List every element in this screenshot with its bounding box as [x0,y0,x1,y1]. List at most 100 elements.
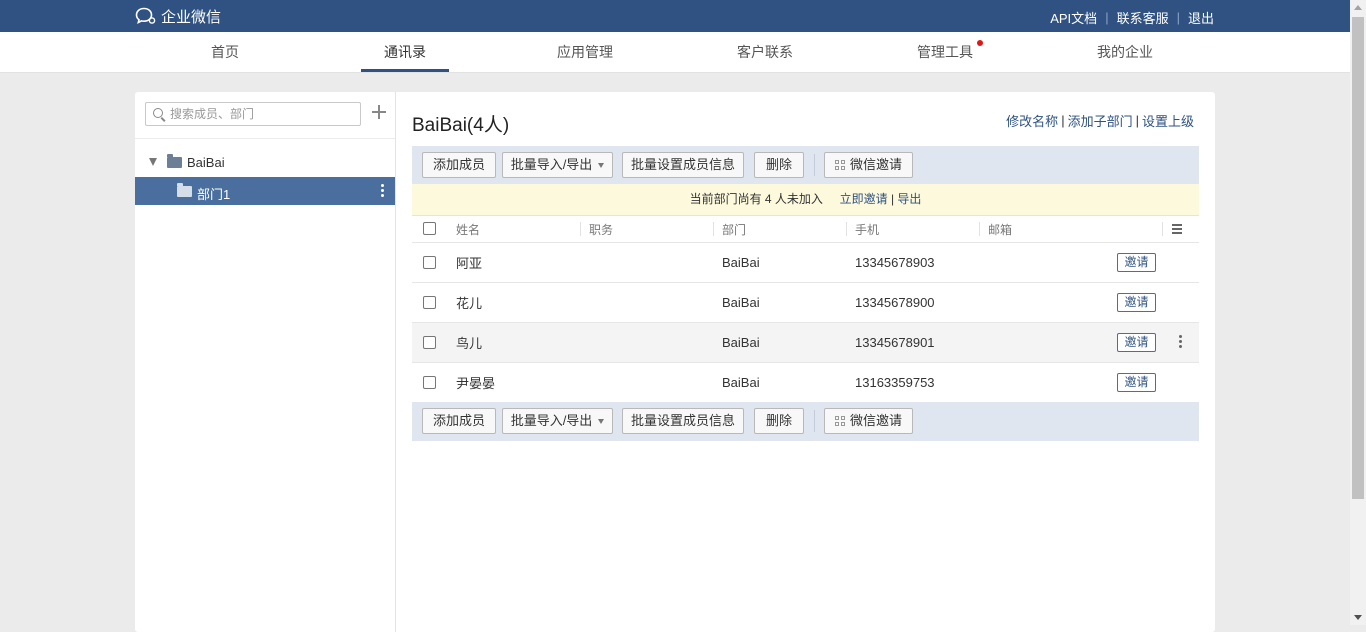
button-label: 批量导入/导出 [510,413,593,428]
member-department: BaiBai [722,255,760,270]
nav-management-tools[interactable]: 管理工具 [901,32,989,72]
member-name[interactable]: 鸟儿 [456,323,482,362]
add-department-button[interactable] [371,104,387,120]
scrollbar-thumb[interactable] [1352,17,1364,499]
nav-customer-contact[interactable]: 客户联系 [721,32,809,72]
member-toolbar-bottom: 添加成员 批量导入/导出 批量设置成员信息 删除 微信邀请 [412,402,1199,441]
divider: | [1061,113,1065,128]
row-checkbox[interactable] [423,256,436,269]
folder-icon [167,154,182,168]
wecom-logo-icon [135,7,156,25]
nav-app-management[interactable]: 应用管理 [541,32,629,72]
table-row[interactable]: 尹晏晏 BaiBai 13163359753 邀请 [412,363,1199,403]
invite-button[interactable]: 邀请 [1117,333,1156,352]
member-department: BaiBai [722,375,760,390]
more-options-icon[interactable] [381,184,384,198]
column-header-title[interactable]: 职务 [589,216,613,242]
delete-button[interactable]: 删除 [754,152,804,178]
batch-set-info-button[interactable]: 批量设置成员信息 [622,408,744,434]
pending-join-notice: 当前部门尚有 4 人未加入 立即邀请 | 导出 [412,184,1199,216]
chevron-down-icon [598,419,605,425]
column-header-name[interactable]: 姓名 [456,216,480,242]
member-name[interactable]: 花儿 [456,283,482,322]
chevron-down-icon [598,163,605,169]
nav-my-company[interactable]: 我的企业 [1081,32,1169,72]
tree-node-label: BaiBai [187,155,225,170]
rename-link[interactable]: 修改名称 [1006,111,1058,130]
member-phone: 13345678901 [855,335,935,350]
add-member-button[interactable]: 添加成员 [422,152,496,178]
divider [814,154,815,176]
nav-home[interactable]: 首页 [181,32,269,72]
api-docs-link[interactable]: API文档 [1050,8,1097,27]
member-name[interactable]: 尹晏晏 [456,363,495,402]
batch-import-export-button[interactable]: 批量导入/导出 [502,152,613,178]
invite-button[interactable]: 邀请 [1117,293,1156,312]
notice-text: 当前部门尚有 4 人未加入 [689,192,823,206]
member-phone: 13345678903 [855,255,935,270]
more-options-icon[interactable] [1179,335,1182,351]
button-label: 微信邀请 [849,413,902,428]
add-subdepartment-link[interactable]: 添加子部门 [1068,111,1133,130]
wechat-invite-button[interactable]: 微信邀请 [824,408,913,434]
column-header-email[interactable]: 邮箱 [988,216,1012,242]
divider: | [1135,113,1139,128]
column-settings-icon[interactable] [1172,224,1186,234]
search-input[interactable] [170,105,355,123]
contact-support-link[interactable]: 联系客服 [1117,8,1169,27]
department-sidebar: BaiBai 部门1 [135,92,396,632]
column-header-department[interactable]: 部门 [722,216,746,242]
button-label: 批量导入/导出 [510,157,593,172]
row-checkbox[interactable] [423,296,436,309]
top-links: API文档 | 联系客服 | 退出 [1050,8,1214,27]
delete-button[interactable]: 删除 [754,408,804,434]
scroll-down-arrow-icon[interactable] [1354,615,1362,620]
scroll-up-arrow-icon[interactable] [1354,5,1362,10]
invite-now-link[interactable]: 立即邀请 [840,192,888,206]
export-link[interactable]: 导出 [897,192,921,206]
logout-link[interactable]: 退出 [1188,8,1214,27]
search-icon [153,108,163,118]
divider [713,222,714,236]
wechat-invite-button[interactable]: 微信邀请 [824,152,913,178]
add-member-button[interactable]: 添加成员 [422,408,496,434]
contacts-panel: BaiBai 部门1 BaiBai(4人) 修改名称 | 添加子部门 | 设置上… [135,92,1215,632]
department-title: BaiBai(4人) [412,115,510,136]
nav-management-tools-label: 管理工具 [917,44,973,60]
logo[interactable]: 企业微信 [135,6,221,26]
qr-code-icon [834,416,845,426]
button-label: 微信邀请 [849,157,902,172]
collapse-arrow-icon[interactable] [149,158,157,166]
select-all-checkbox[interactable] [423,222,436,235]
member-table: 姓名 职务 部门 手机 邮箱 阿亚 BaiBai 13345678903 邀请 … [412,216,1199,403]
column-header-phone[interactable]: 手机 [855,216,879,242]
member-toolbar-top: 添加成员 批量导入/导出 批量设置成员信息 删除 微信邀请 [412,146,1199,184]
divider: | [1176,10,1180,25]
department-actions: 修改名称 | 添加子部门 | 设置上级 [1006,111,1194,130]
invite-button[interactable]: 邀请 [1117,373,1156,392]
divider [814,410,815,432]
row-checkbox[interactable] [423,336,436,349]
member-name[interactable]: 阿亚 [456,243,482,282]
tree-node-root[interactable]: BaiBai [135,149,395,176]
divider [1162,222,1163,236]
batch-import-export-button[interactable]: 批量导入/导出 [502,408,613,434]
nav-contacts[interactable]: 通讯录 [361,32,449,72]
invite-button[interactable]: 邀请 [1117,253,1156,272]
table-row[interactable]: 鸟儿 BaiBai 13345678901 邀请 [412,323,1199,363]
table-row[interactable]: 花儿 BaiBai 13345678900 邀请 [412,283,1199,323]
member-phone: 13345678900 [855,295,935,310]
divider: | [890,192,895,206]
qr-code-icon [834,160,845,170]
page-scrollbar[interactable] [1350,0,1366,625]
table-row[interactable]: 阿亚 BaiBai 13345678903 邀请 [412,243,1199,283]
notification-dot [977,40,983,46]
member-department: BaiBai [722,295,760,310]
row-checkbox[interactable] [423,376,436,389]
member-phone: 13163359753 [855,375,935,390]
tree-node-department-1[interactable]: 部门1 [135,177,395,205]
batch-set-info-button[interactable]: 批量设置成员信息 [622,152,744,178]
set-parent-link[interactable]: 设置上级 [1142,111,1194,130]
table-header: 姓名 职务 部门 手机 邮箱 [412,216,1199,243]
divider: | [1105,10,1109,25]
